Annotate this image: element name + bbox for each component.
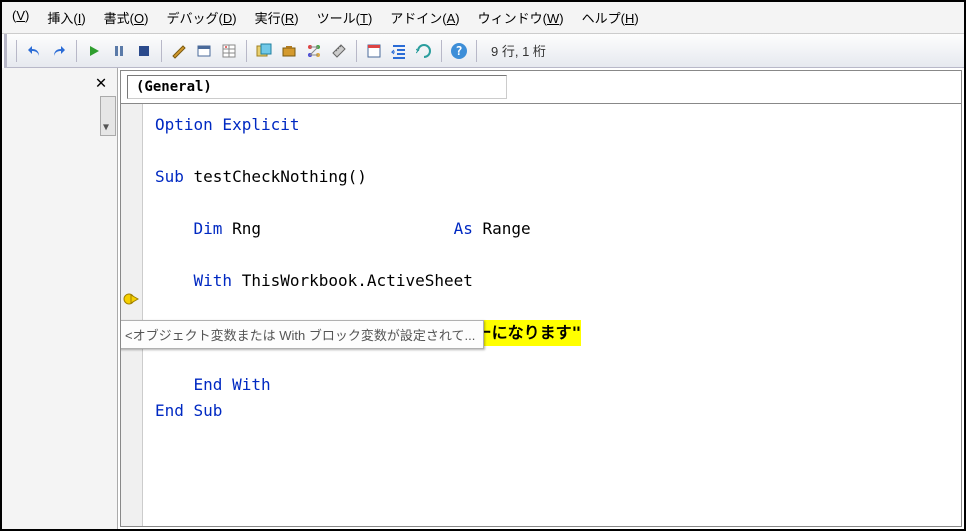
project-explorer-pane: ✕ — [2, 68, 118, 529]
menu-addins[interactable]: アドイン(A) — [390, 8, 459, 27]
undo-icon[interactable] — [23, 40, 45, 62]
project-icon[interactable] — [193, 40, 215, 62]
pause-icon[interactable] — [108, 40, 130, 62]
help-icon[interactable]: ? — [448, 40, 470, 62]
menu-format[interactable]: 書式(O) — [104, 8, 149, 27]
code-kw-sub: Sub — [155, 167, 184, 186]
code-editor[interactable]: Option Explicit Sub testCheckNothing() D… — [143, 104, 961, 526]
object-browser-icon[interactable] — [253, 40, 275, 62]
menu-run[interactable]: 実行(R) — [255, 8, 299, 27]
redo-icon[interactable] — [48, 40, 70, 62]
code-type: Range — [473, 219, 531, 238]
outdent-icon[interactable] — [388, 40, 410, 62]
separator — [246, 40, 247, 62]
menu-help[interactable]: ヘルプ(H) — [582, 8, 639, 27]
ruler-icon[interactable] — [328, 40, 350, 62]
code-kw-as: As — [454, 219, 473, 238]
code-gutter — [121, 104, 143, 526]
stop-icon[interactable] — [133, 40, 155, 62]
indent-icon[interactable] — [413, 40, 435, 62]
separator — [76, 40, 77, 62]
toolbar: ? 9 行, 1 桁 — [4, 34, 964, 68]
code-sub-name: testCheckNothing() — [184, 167, 367, 186]
error-tooltip: Rng.Offset(1, 0) = <オブジェクト変数または With ブロッ… — [121, 320, 484, 349]
code-editor-frame: (General) Option Explicit Sub testCheckN… — [120, 70, 962, 527]
code-var: Rng — [222, 219, 261, 238]
scrollbar[interactable] — [100, 96, 116, 136]
menu-bar: (V) 挿入(I) 書式(O) デバッグ(D) 実行(R) ツール(T) アドイ… — [2, 2, 964, 34]
menu-debug[interactable]: デバッグ(D) — [166, 8, 236, 27]
scope-dropdown[interactable]: (General) — [127, 75, 507, 99]
code-option-explicit: Option Explicit — [155, 115, 300, 134]
toolbox-icon[interactable] — [278, 40, 300, 62]
separator — [161, 40, 162, 62]
code-end-with: End With — [194, 375, 271, 394]
code-end-sub: End Sub — [155, 401, 222, 420]
separator — [476, 40, 477, 62]
menu-view[interactable]: (V) — [12, 8, 29, 27]
form-icon[interactable] — [363, 40, 385, 62]
code-wrap: Option Explicit Sub testCheckNothing() D… — [121, 104, 961, 526]
separator — [441, 40, 442, 62]
close-button[interactable]: ✕ — [91, 72, 111, 92]
workspace: ✕ (General) Option Explicit Sub testChec… — [2, 68, 964, 529]
code-kw-dim: Dim — [194, 219, 223, 238]
cursor-position-status: 9 行, 1 桁 — [491, 41, 546, 60]
separator — [356, 40, 357, 62]
menu-insert[interactable]: 挿入(I) — [47, 8, 85, 27]
run-icon[interactable] — [83, 40, 105, 62]
menu-tools[interactable]: ツール(T) — [317, 8, 373, 27]
code-kw-with: With — [194, 271, 233, 290]
design-icon[interactable] — [168, 40, 190, 62]
properties-icon[interactable] — [218, 40, 240, 62]
current-line-arrow-icon — [122, 291, 140, 307]
svg-text:?: ? — [455, 44, 462, 58]
menu-window[interactable]: ウィンドウ(W) — [478, 8, 564, 27]
code-with-expr: ThisWorkbook.ActiveSheet — [232, 271, 473, 290]
dropdown-row: (General) — [121, 71, 961, 104]
tab-order-icon[interactable] — [303, 40, 325, 62]
separator — [16, 40, 17, 62]
